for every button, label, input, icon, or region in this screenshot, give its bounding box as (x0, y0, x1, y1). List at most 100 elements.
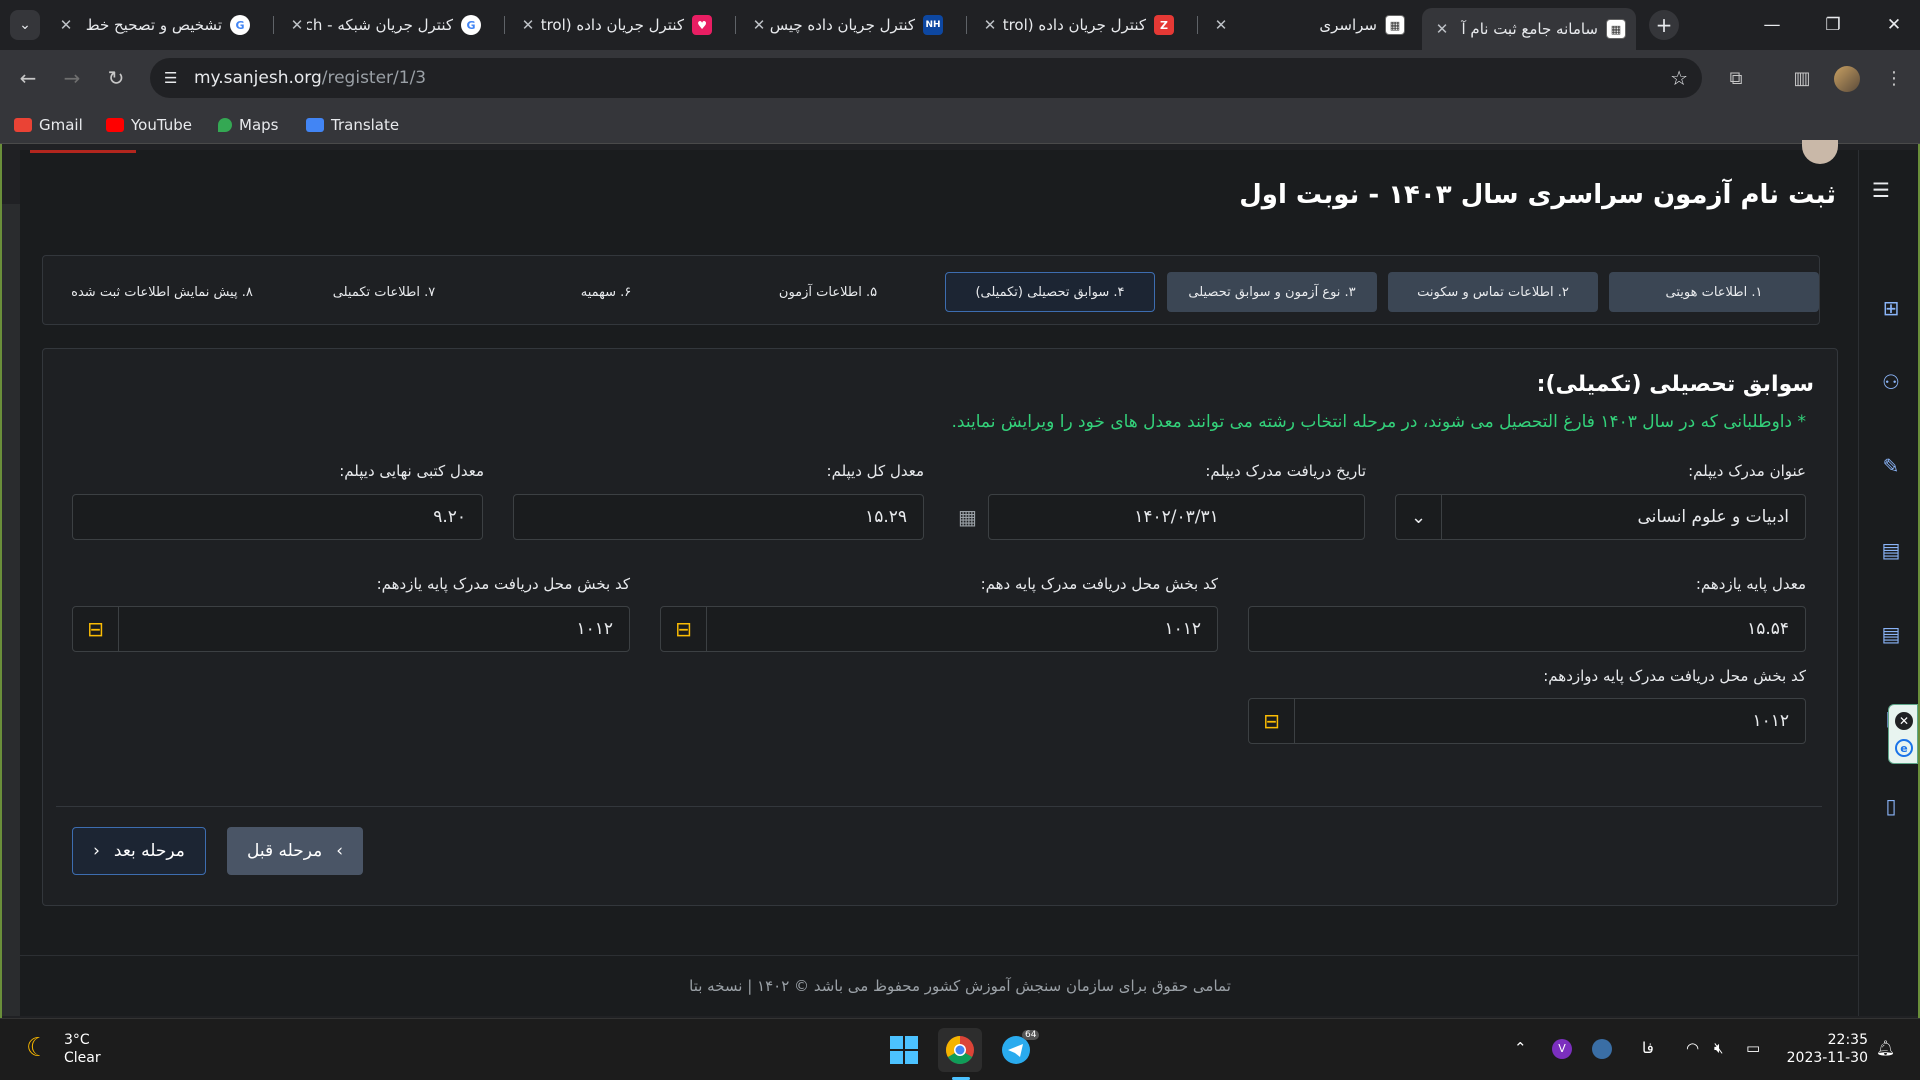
z-icon: Z (1154, 15, 1174, 35)
grade12-code-input[interactable]: ⊟ ۱۰۱۲ (1248, 698, 1806, 744)
wifi-icon[interactable]: ◠ (1686, 1039, 1699, 1057)
tab-2[interactable]: ✕ کنترل جریان داده (trol Z (970, 8, 1184, 42)
tab-3[interactable]: ✕ کنترل جریان داده چیس... NH (739, 8, 953, 42)
diploma-written-gpa-input[interactable]: ۹.۲۰ (72, 494, 483, 540)
graduates-note: * داوطلبانی که در سال ۱۴۰۳ فارغ التحصیل … (951, 412, 1806, 432)
language-indicator[interactable]: فا (1642, 1039, 1654, 1057)
step-5: ۵. اطلاعات آزمون (778, 284, 878, 300)
side-panel-icon[interactable]: ▥ (1788, 64, 1816, 92)
close-icon[interactable]: ✕ (287, 16, 307, 34)
grade12-code-label: کد بخش محل دریافت مدرک پایه دوازدهم: (1543, 667, 1806, 685)
tab-1[interactable]: ✕ سراسری ▦ (1201, 8, 1415, 42)
edit-icon[interactable]: ✎ (1879, 454, 1903, 478)
address-bar[interactable]: ☰ my.sanjesh.org/register/1/3 ☆ (150, 58, 1702, 98)
url-path: /register/1/3 (321, 68, 427, 88)
new-tab-button[interactable]: + (1649, 10, 1679, 40)
chevron-down-icon[interactable]: ⌄ (1396, 495, 1442, 539)
tab-6[interactable]: ✕ تشخیص و تصحیح خط G (46, 8, 260, 42)
diploma-written-gpa-value: ۹.۲۰ (433, 507, 466, 527)
hamburger-menu-icon[interactable]: ☰ (1872, 178, 1890, 202)
step-2[interactable]: ۲. اطلاعات تماس و سکونت (1388, 272, 1598, 312)
diploma-date-input[interactable]: ۱۴۰۲/۰۳/۳۱ (988, 494, 1365, 540)
vpn-icon[interactable]: V (1552, 1039, 1572, 1059)
grade11-code-input[interactable]: ⊟ ۱۰۱۲ (72, 606, 630, 652)
step-7: ۷. اطلاعات تکمیلی (332, 284, 436, 300)
bookmark-translate[interactable]: Translate (306, 115, 399, 135)
close-icon[interactable]: ✕ (1895, 712, 1913, 730)
map-icon[interactable]: ⊟ (73, 607, 119, 651)
taskbar: ☾ 3°C Clear 64 ⌃ V فا ◠ 🔇︎ ▭ 22:35 2023-… (0, 1018, 1920, 1080)
previous-step-button[interactable]: › مرحله قبل (227, 827, 363, 875)
restore-button[interactable]: ❐ (1813, 10, 1853, 40)
close-icon: ✕ (1886, 15, 1902, 35)
battery-icon[interactable]: ▭ (1746, 1039, 1760, 1057)
menu-dots-icon[interactable]: ⋮ (1880, 64, 1908, 92)
step-3[interactable]: ۳. نوع آزمون و سوابق تحصیلی (1167, 272, 1377, 312)
bookmark-youtube[interactable]: YouTube (106, 115, 192, 135)
grade11-gpa-input[interactable]: ۱۵.۵۴ (1248, 606, 1806, 652)
diploma-gpa-value: ۱۵.۲۹ (865, 507, 907, 527)
google-icon: G (461, 15, 481, 35)
grade11-gpa-label: معدل پایه یازدهم: (1695, 575, 1806, 593)
chrome-taskbar-app[interactable] (938, 1028, 982, 1072)
forward-button[interactable]: → (56, 62, 88, 94)
close-window-button[interactable]: ✕ (1874, 10, 1914, 40)
notification-bell-icon[interactable]: 🔔︎ (1876, 1039, 1895, 1057)
tab-search-button[interactable]: ⌄ (10, 10, 40, 40)
minimize-icon: — (1763, 15, 1781, 35)
telegram-taskbar-app[interactable]: 64 (994, 1028, 1040, 1072)
diploma-gpa-input[interactable]: ۱۵.۲۹ (513, 494, 924, 540)
diploma-title-select[interactable]: ⌄ ادبیات و علوم انسانی (1395, 494, 1806, 540)
e-icon[interactable]: e (1895, 739, 1913, 757)
step-1[interactable]: ۱. اطلاعات هویتی (1609, 272, 1819, 312)
profile-avatar[interactable] (1834, 66, 1860, 92)
heart-icon: ♥ (692, 15, 712, 35)
calendar-icon[interactable]: ▦ (958, 505, 977, 529)
sanjesh-icon: ▦ (1385, 15, 1405, 35)
close-icon[interactable]: ✕ (56, 16, 76, 34)
chevron-up-icon[interactable]: ⌃ (1514, 1039, 1527, 1057)
grid-icon[interactable]: ⊞ (1879, 296, 1903, 320)
google-icon: G (230, 15, 250, 35)
close-icon[interactable]: ✕ (518, 16, 538, 34)
site-info-icon[interactable]: ☰ (164, 69, 194, 87)
document-icon[interactable]: ▤ (1879, 538, 1903, 562)
bookmark-maps[interactable]: Maps (218, 115, 278, 135)
next-step-button[interactable]: مرحله بعد ‹ (72, 827, 206, 875)
floating-widget[interactable]: ✕ e (1888, 704, 1918, 764)
page-footer: تمامی حقوق برای سازمان سنجش آموزش کشور م… (689, 977, 1231, 995)
map-icon[interactable]: ⊟ (661, 607, 707, 651)
page-title: ثبت نام آزمون سراسری سال ۱۴۰۳ - نوبت اول (1239, 180, 1836, 210)
reload-button[interactable]: ↻ (100, 62, 132, 94)
grade10-code-input[interactable]: ⊟ ۱۰۱۲ (660, 606, 1218, 652)
system-clock[interactable]: 22:35 2023-11-30 (1786, 1031, 1868, 1067)
back-button[interactable]: ← (12, 62, 44, 94)
close-icon[interactable]: ✕ (1211, 16, 1231, 34)
add-user-icon[interactable]: ⚇ (1879, 370, 1903, 394)
volume-muted-icon[interactable]: 🔇︎ (1714, 1039, 1723, 1057)
step-4[interactable]: ۴. سوابق تحصیلی (تکمیلی) (945, 272, 1155, 312)
tab-separator (735, 16, 736, 34)
tab-separator (504, 16, 505, 34)
start-button[interactable] (882, 1028, 926, 1072)
map-icon[interactable]: ⊟ (1249, 699, 1295, 743)
document-icon[interactable]: ▤ (1879, 622, 1903, 646)
extensions-icon[interactable]: ⧉ (1722, 64, 1750, 92)
globe-icon[interactable] (1592, 1039, 1612, 1059)
tab-active[interactable]: ✕ سامانه جامع ثبت نام آ ▦ (1422, 8, 1636, 50)
bookmark-gmail[interactable]: Gmail (14, 115, 83, 135)
close-icon[interactable]: ✕ (1432, 20, 1452, 38)
tab-5[interactable]: ✕ کنترل جریان شبکه - ch G (277, 8, 491, 42)
close-icon[interactable]: ✕ (749, 16, 769, 34)
tab-4[interactable]: ✕ کنترل جریان داده (trol ♥ (508, 8, 722, 42)
minimize-button[interactable]: — (1752, 10, 1792, 40)
clipboard-icon[interactable]: ▯ (1879, 794, 1903, 818)
weather-widget[interactable]: 3°C Clear (64, 1031, 101, 1067)
tab-title: کنترل جریان داده (trol (1002, 16, 1146, 34)
bookmark-star-icon[interactable]: ☆ (1670, 66, 1688, 90)
gmail-icon (14, 118, 32, 132)
maps-icon (218, 118, 232, 132)
close-icon[interactable]: ✕ (980, 16, 1000, 34)
translate-icon (306, 118, 324, 132)
youtube-icon (106, 118, 124, 132)
